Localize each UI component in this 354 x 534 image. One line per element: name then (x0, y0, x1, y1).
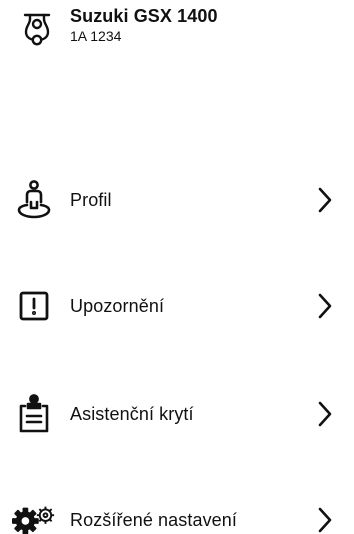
vehicle-header[interactable]: Suzuki GSX 1400 1A 1234 (18, 6, 338, 50)
menu-item-label: Profil (70, 189, 112, 210)
clipboard-icon (12, 392, 56, 436)
menu-item-label: Asistenční krytí (70, 403, 194, 424)
profile-pin-icon (12, 178, 56, 222)
menu-item-label: Upozornění (70, 295, 165, 316)
chevron-right-icon (314, 505, 336, 534)
scooter-icon (18, 10, 56, 50)
alert-box-icon (12, 284, 56, 328)
gears-icon (12, 498, 56, 534)
menu-item-notifications[interactable]: Upozornění (0, 276, 354, 336)
chevron-right-icon (314, 399, 336, 429)
vehicle-name: Suzuki GSX 1400 (70, 6, 218, 26)
menu-item-profile[interactable]: Profil (0, 170, 354, 230)
vehicle-plate: 1A 1234 (70, 27, 122, 44)
menu-item-assistance[interactable]: Asistenční krytí (0, 384, 354, 444)
menu-item-label: Rozšířené nastavení (70, 509, 237, 530)
menu-item-advanced-settings[interactable]: Rozšířené nastavení (0, 490, 354, 534)
chevron-right-icon (314, 185, 336, 215)
screen: Suzuki GSX 1400 1A 1234 Profil Upozorněn… (0, 0, 354, 534)
chevron-right-icon (314, 291, 336, 321)
